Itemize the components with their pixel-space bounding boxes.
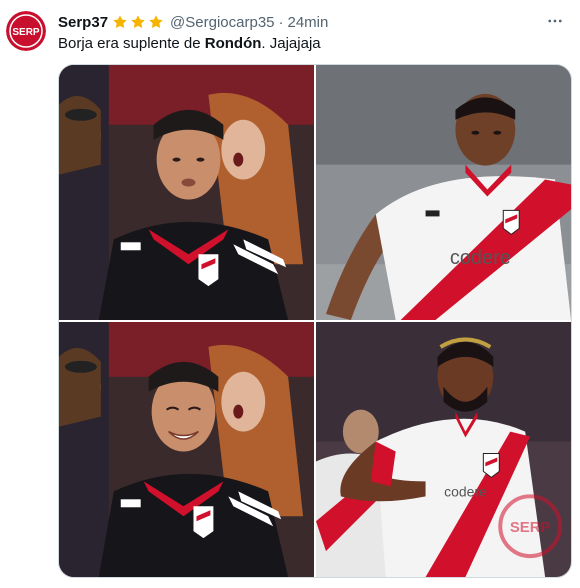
star-icon xyxy=(131,15,145,29)
timestamp[interactable]: 24min xyxy=(288,14,329,31)
tweet[interactable]: SERP Serp37 @Sergiocarp35 · 24min Borja … xyxy=(0,0,580,588)
svg-text:codere: codere xyxy=(444,483,487,499)
player-rondon-photo[interactable]: codere xyxy=(316,65,571,320)
separator-dot: · xyxy=(278,13,284,31)
avatar-text: SERP xyxy=(12,27,40,38)
star-icon xyxy=(113,15,127,29)
fan-smiling-photo[interactable] xyxy=(59,322,314,577)
badge-stars xyxy=(112,14,166,30)
svg-text:codere: codere xyxy=(450,247,511,269)
tweet-text-part2: . Jajajaja xyxy=(261,35,321,52)
more-horizontal-icon xyxy=(548,19,562,23)
tweet-text-part1: Borja era suplente de xyxy=(58,35,205,52)
svg-text:SERP: SERP xyxy=(510,519,551,536)
avatar[interactable]: SERP xyxy=(6,11,46,51)
fan-serious-photo[interactable] xyxy=(59,65,314,320)
display-name[interactable]: Serp37 xyxy=(58,14,108,31)
star-icon xyxy=(149,15,163,29)
tweet-header: Serp37 @Sergiocarp35 · 24min xyxy=(58,12,328,32)
user-handle[interactable]: @Sergiocarp35 xyxy=(170,14,274,31)
more-options-button[interactable] xyxy=(544,10,566,32)
player-borja-photo[interactable]: codere SERP xyxy=(316,322,571,577)
tweet-text-bold[interactable]: Rondón xyxy=(205,35,262,52)
tweet-text: Borja era suplente de Rondón. Jajajaja xyxy=(58,34,321,54)
media-grid[interactable]: codere codere SERP xyxy=(58,64,572,578)
